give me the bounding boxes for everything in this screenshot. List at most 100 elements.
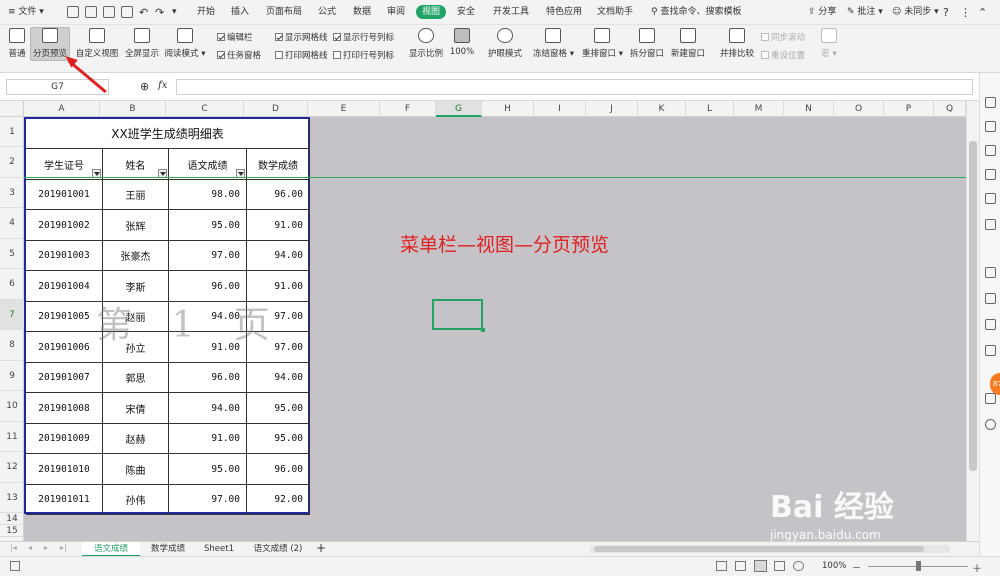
table-cell[interactable]: 98.00 xyxy=(169,180,247,210)
undo-icon[interactable]: ↶ xyxy=(139,0,148,25)
column-header-f[interactable]: F xyxy=(380,101,436,117)
column-header-h[interactable]: H xyxy=(482,101,534,117)
column-header-m[interactable]: M xyxy=(734,101,784,117)
zoom-formula-icon[interactable]: ⊕ xyxy=(140,80,149,93)
column-header-n[interactable]: N xyxy=(784,101,834,117)
normal-view-status-icon[interactable] xyxy=(716,561,727,571)
column-header-q[interactable]: Q xyxy=(934,101,966,117)
table-cell[interactable]: 201901007 xyxy=(26,363,103,393)
column-heading[interactable]: 姓名 xyxy=(103,149,169,180)
zoom-level[interactable]: 100% xyxy=(822,561,846,571)
task-pane-checkbox[interactable]: 任务窗格 xyxy=(217,49,261,61)
next-sheet-icon[interactable]: ▸ xyxy=(44,543,48,552)
table-cell[interactable]: 97.00 xyxy=(169,485,247,515)
print-preview-icon[interactable] xyxy=(121,6,133,18)
table-cell[interactable]: 91.00 xyxy=(169,424,247,454)
full-screen-button[interactable]: 全屏显示 xyxy=(122,28,162,59)
page-layout-status-icon[interactable] xyxy=(735,561,746,571)
style-icon[interactable] xyxy=(985,121,996,132)
table-cell[interactable]: 95.00 xyxy=(247,393,310,424)
prev-sheet-icon[interactable]: ◂ xyxy=(28,543,32,552)
share-panel-icon[interactable] xyxy=(985,293,996,304)
quick-access-more-icon[interactable]: ▾ xyxy=(172,0,177,25)
zoom-button[interactable]: 显示比例 xyxy=(407,28,445,59)
formula-input[interactable] xyxy=(176,79,973,95)
horizontal-scrollbar[interactable] xyxy=(590,545,950,553)
table-cell[interactable]: 201901003 xyxy=(26,241,103,271)
table-cell[interactable]: 张辉 xyxy=(103,210,169,241)
normal-view-button[interactable]: 普通 xyxy=(3,28,31,59)
row-header-5[interactable]: 5 xyxy=(0,239,24,269)
print-headings-checkbox[interactable]: 打印行号列标 xyxy=(333,49,394,61)
column-heading[interactable]: 语文成绩 xyxy=(169,149,247,180)
table-cell[interactable]: 赵赫 xyxy=(103,424,169,454)
table-cell[interactable]: 96.00 xyxy=(247,454,310,485)
row-header-8[interactable]: 8 xyxy=(0,330,24,361)
edit-bar-checkbox[interactable]: 编辑栏 xyxy=(217,31,253,43)
row-header-9[interactable]: 9 xyxy=(0,361,24,391)
tab-view[interactable]: 视图 xyxy=(413,0,449,25)
custom-view-button[interactable]: 自定义视图 xyxy=(74,28,120,59)
help-circle-icon[interactable] xyxy=(985,419,996,430)
row-header-13[interactable]: 13 xyxy=(0,483,24,513)
column-header-l[interactable]: L xyxy=(686,101,734,117)
column-header-e[interactable]: E xyxy=(308,101,380,117)
row-header-1[interactable]: 1 xyxy=(0,117,24,147)
tab-formulas[interactable]: 公式 xyxy=(312,0,342,25)
tab-page-layout[interactable]: 页面布局 xyxy=(262,0,306,25)
tab-review[interactable]: 审阅 xyxy=(381,0,411,25)
table-cell[interactable]: 91.00 xyxy=(247,210,310,241)
horizontal-scroll-thumb[interactable] xyxy=(594,546,924,552)
collapse-ribbon-icon[interactable]: ⌃ xyxy=(978,0,987,25)
table-cell[interactable]: 201901011 xyxy=(26,485,103,515)
share-button[interactable]: ⇪ 分享 xyxy=(808,0,836,25)
eye-status-icon[interactable] xyxy=(793,561,804,571)
column-header-d[interactable]: D xyxy=(244,101,308,117)
sheet-tab-math-scores[interactable]: 数学成绩 xyxy=(141,542,195,557)
table-cell[interactable]: 95.00 xyxy=(247,424,310,454)
column-header-i[interactable]: I xyxy=(534,101,586,117)
new-window-button[interactable]: 新建窗口 xyxy=(669,28,707,59)
tab-security[interactable]: 安全 xyxy=(451,0,481,25)
table-cell[interactable]: 201901005 xyxy=(26,302,103,332)
freeze-panes-button[interactable]: 冻结窗格 ▾ xyxy=(533,28,574,59)
print-icon[interactable] xyxy=(103,6,115,18)
vertical-scroll-thumb[interactable] xyxy=(969,141,977,471)
image-icon[interactable] xyxy=(985,319,996,330)
file-menu[interactable]: ≡ 文件 ▾ xyxy=(8,0,44,25)
show-headings-checkbox[interactable]: 显示行号列标 xyxy=(333,31,394,43)
select-all-corner[interactable] xyxy=(0,101,24,117)
table-cell[interactable]: 94.00 xyxy=(169,393,247,424)
column-header-c[interactable]: C xyxy=(166,101,244,117)
eye-protection-button[interactable]: 护眼模式 xyxy=(485,28,525,59)
sync-scroll-button[interactable]: 同步滚动 xyxy=(761,31,805,43)
row-header-7[interactable]: 7 xyxy=(0,300,24,330)
table-cell[interactable]: 宋倩 xyxy=(103,393,169,424)
add-sheet-button[interactable]: + xyxy=(316,541,326,555)
more-options-button[interactable]: ⋮ xyxy=(960,0,971,25)
row-header-11[interactable]: 11 xyxy=(0,422,24,452)
row-header-6[interactable]: 6 xyxy=(0,269,24,300)
selected-cell-g7[interactable] xyxy=(432,299,485,332)
row-header-3[interactable]: 3 xyxy=(0,178,24,208)
table-cell[interactable]: 张豪杰 xyxy=(103,241,169,271)
zoom-in-icon[interactable]: ＋ xyxy=(972,560,982,575)
tab-doc-assistant[interactable]: 文档助手 xyxy=(593,0,637,25)
sheet-tab-sheet1[interactable]: Sheet1 xyxy=(196,542,242,557)
table-cell[interactable]: 郭思 xyxy=(103,363,169,393)
column-header-o[interactable]: O xyxy=(834,101,884,117)
column-header-j[interactable]: J xyxy=(586,101,638,117)
column-header-g[interactable]: G xyxy=(436,101,482,117)
print-gridlines-checkbox[interactable]: 打印网格线 xyxy=(275,49,328,61)
split-window-button[interactable]: 拆分窗口 xyxy=(628,28,666,59)
zoom-slider-thumb[interactable] xyxy=(916,561,921,571)
row-header-4[interactable]: 4 xyxy=(0,208,24,239)
table-cell[interactable]: 96.00 xyxy=(247,180,310,210)
first-sheet-icon[interactable]: |◂ xyxy=(10,543,17,552)
table-cell[interactable]: 王丽 xyxy=(103,180,169,210)
macro-record-icon[interactable] xyxy=(10,561,20,571)
reading-mode-button[interactable]: 阅读模式 ▾ xyxy=(163,28,207,59)
export-pdf-icon[interactable] xyxy=(85,6,97,18)
save-icon[interactable] xyxy=(67,6,79,18)
column-heading[interactable]: 学生证号 xyxy=(26,149,103,180)
